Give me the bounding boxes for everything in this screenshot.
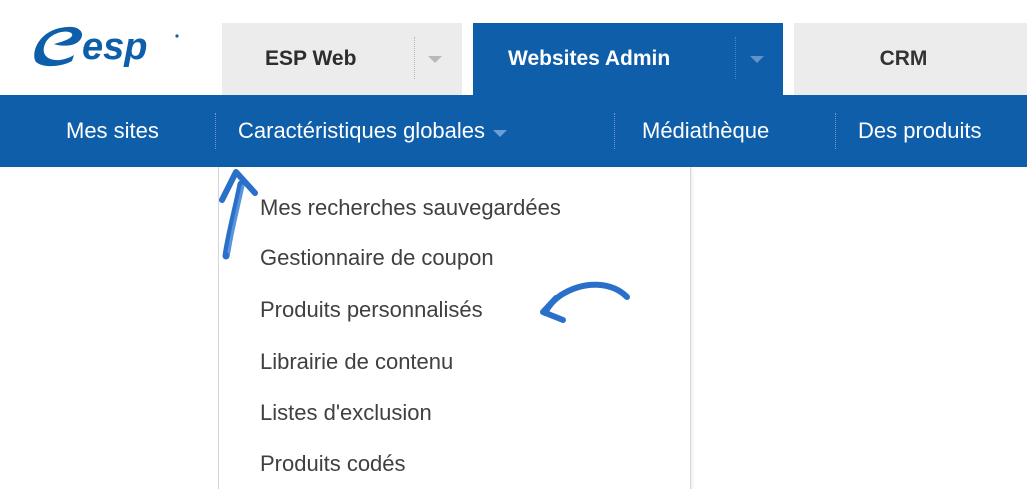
menu-item-content-library[interactable]: Librairie de contenu	[260, 349, 453, 375]
esp-logo[interactable]: esp	[28, 22, 188, 72]
tab-websites-admin-label: Websites Admin	[508, 47, 671, 70]
nav-item-caracteristiques-globales[interactable]: Caractéristiques globales	[238, 95, 508, 167]
tab-crm[interactable]: CRM	[794, 23, 1027, 95]
nav-divider	[614, 113, 615, 149]
tab-esp-web-label: ESP Web	[265, 47, 357, 70]
tab-divider	[735, 37, 736, 79]
nav-item-mediatheque[interactable]: Médiathèque	[642, 95, 769, 167]
tab-divider	[414, 37, 415, 79]
tab-esp-web[interactable]: ESP Web	[222, 23, 462, 95]
menu-item-coupon-manager[interactable]: Gestionnaire de coupon	[260, 245, 494, 271]
main-nav-bar: Mes sites Caractéristiques globales Médi…	[0, 95, 1027, 167]
nav-item-mes-sites[interactable]: Mes sites	[66, 95, 159, 167]
chevron-down-icon[interactable]	[428, 56, 442, 63]
menu-item-custom-products[interactable]: Produits personnalisés	[260, 297, 483, 323]
chevron-down-icon[interactable]	[750, 56, 764, 63]
nav-item-label: Caractéristiques globales	[238, 118, 486, 143]
nav-item-des-produits[interactable]: Des produits	[858, 95, 982, 167]
menu-item-coded-products[interactable]: Produits codés	[260, 451, 406, 477]
top-bar: esp ESP Web Websites Admin CRM	[0, 0, 1027, 95]
menu-item-exclusion-lists[interactable]: Listes d'exclusion	[260, 400, 432, 426]
nav-divider	[835, 113, 836, 149]
menu-item-saved-searches[interactable]: Mes recherches sauvegardées	[260, 195, 561, 221]
nav-divider	[215, 113, 216, 149]
chevron-down-icon	[493, 129, 508, 137]
tab-crm-label: CRM	[879, 47, 928, 70]
global-features-dropdown: Mes recherches sauvegardées Gestionnaire…	[218, 167, 691, 489]
svg-text:esp: esp	[82, 26, 147, 68]
tab-websites-admin[interactable]: Websites Admin	[473, 23, 783, 95]
